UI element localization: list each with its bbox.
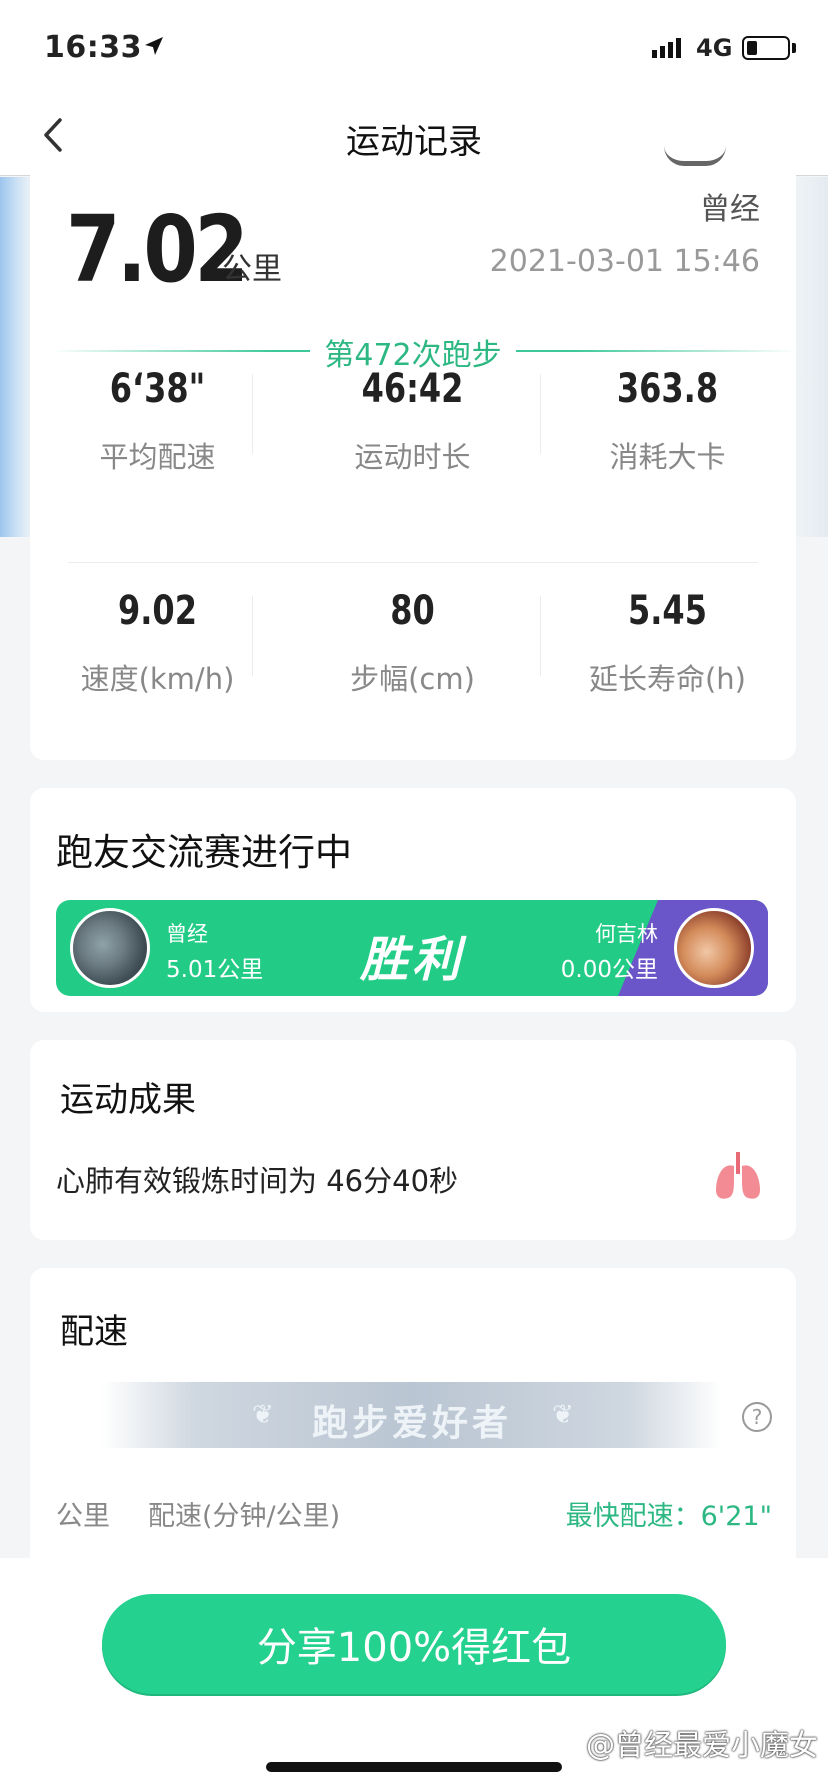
run-date: 2021-03-01 15:46 [489, 244, 760, 279]
stat-label: 速度(km/h) [80, 662, 235, 696]
fastest-pace: 最快配速：6'21" [565, 1501, 772, 1532]
competition-title: 跑友交流赛进行中 [56, 831, 352, 874]
achievement-title: 运动成果 [60, 1080, 196, 1120]
stat-label: 消耗大卡 [609, 440, 726, 474]
column-header-km: 公里 [56, 1501, 110, 1532]
user-avatar-edge[interactable] [664, 146, 726, 166]
lungs-icon [716, 1152, 760, 1199]
stat-label: 延长寿命(h) [588, 662, 746, 696]
stat-divider [252, 374, 253, 454]
signal-icon [652, 38, 681, 58]
distance-value: 7.02 [66, 196, 249, 303]
bottom-bar: 分享100%得红包 @曾经最爱小魔女 [0, 1558, 828, 1792]
status-bar: 16:33 4G [0, 0, 828, 96]
competition-result: 胜利 [359, 932, 464, 988]
stat-life-extension: 5.45 延长寿命(h) [540, 588, 795, 698]
column-header-pace: 配速(分钟/公里) [148, 1501, 341, 1532]
battery-icon [742, 36, 790, 60]
stats-divider [68, 562, 758, 563]
share-button[interactable]: 分享100%得红包 [102, 1594, 726, 1694]
battery-cap [792, 43, 796, 53]
stat-label: 步幅(cm) [350, 662, 475, 696]
watermark: @曾经最爱小魔女 [585, 1728, 818, 1762]
runner-level-badge: ❦ 跑步爱好者 ❦ [102, 1382, 722, 1448]
network-label: 4G [696, 34, 733, 62]
pace-card: 配速 ❦ 跑步爱好者 ❦ ? 公里 配速(分钟/公里) 最快配速：6'21" [30, 1268, 796, 1558]
competition-banner[interactable]: 曾经 5.01公里 胜利 何吉林 0.00公里 [56, 900, 768, 996]
competitor-right-distance: 0.00公里 [560, 957, 658, 983]
stat-calories: 363.8 消耗大卡 [540, 366, 795, 476]
stat-speed: 9.02 速度(km/h) [30, 588, 285, 698]
stat-value: 46:42 [361, 366, 464, 412]
competitor-right-name: 何吉林 [595, 922, 658, 946]
stat-value: 80 [390, 588, 435, 634]
achievement-card: 运动成果 心肺有效锻炼时间为 46分40秒 [30, 1040, 796, 1240]
stat-duration: 46:42 运动时长 [285, 366, 540, 476]
opponent-avatar[interactable] [674, 908, 754, 988]
achievement-text: 心肺有效锻炼时间为 46分40秒 [56, 1164, 459, 1198]
location-arrow-icon [145, 37, 163, 55]
stat-divider [252, 596, 253, 676]
badge-label: 跑步爱好者 [311, 1403, 512, 1444]
stat-value: 5.45 [628, 588, 707, 634]
stat-label: 平均配速 [99, 440, 216, 474]
stat-avg-pace: 6‘38" 平均配速 [30, 366, 285, 476]
help-icon[interactable]: ? [742, 1402, 772, 1432]
summary-card: 7.02 公里 曾经 2021-03-01 15:46 第472次跑步 6‘38… [30, 160, 796, 760]
stat-value: 6‘38" [109, 366, 206, 412]
stat-value: 363.8 [616, 366, 719, 412]
stat-label: 运动时长 [354, 440, 471, 474]
user-name[interactable]: 曾经 [700, 184, 760, 228]
pace-title: 配速 [60, 1312, 128, 1352]
status-time: 16:33 [44, 30, 142, 65]
stat-stride: 80 步幅(cm) [285, 588, 540, 698]
distance-unit: 公里 [222, 252, 282, 287]
home-indicator [266, 1762, 562, 1772]
competition-card: 跑友交流赛进行中 曾经 5.01公里 胜利 何吉林 0.00公里 [30, 788, 796, 1012]
stat-value: 9.02 [118, 588, 197, 634]
wheat-icon: ❦ [552, 1400, 574, 1430]
